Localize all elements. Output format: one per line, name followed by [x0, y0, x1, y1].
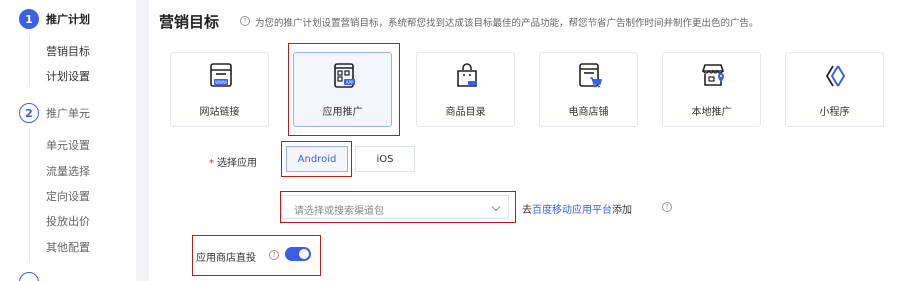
app-root: 1 推广计划 营销目标 计划设置 2 推广单元 单元设置 流量选择 定向设置 投… [0, 0, 900, 281]
highlight-box [192, 235, 321, 276]
local-store-icon [701, 64, 725, 86]
ios-option[interactable]: iOS [355, 146, 415, 172]
step-plan[interactable]: 1 推广计划 [19, 9, 90, 29]
www-window-icon: WWW [210, 63, 232, 87]
page-title: 营销目标 [159, 13, 220, 31]
sidebar-item-unit-settings[interactable]: 单元设置 [46, 137, 90, 153]
step-number-1: 1 [19, 9, 39, 29]
goal-card-label: 小程序 [819, 107, 850, 118]
baidu-app-platform-link[interactable]: 百度移动应用平台 [532, 205, 612, 216]
highlight-box [281, 141, 352, 177]
goal-card-mini-program[interactable]: 小程序 [785, 52, 884, 127]
sidebar-item-plan-settings[interactable]: 计划设置 [46, 68, 90, 84]
select-app-label: * 选择应用 [209, 158, 257, 169]
step-number-3[interactable] [19, 272, 39, 281]
goal-card-label: 本地推广 [691, 107, 732, 118]
goal-card-website[interactable]: WWW 网站链接 [170, 52, 269, 127]
sidebar-item-bidding[interactable]: 投放出价 [46, 213, 90, 229]
step-number-2: 2 [19, 103, 39, 123]
sidebar-item-traffic[interactable]: 流量选择 [46, 163, 90, 179]
goal-card-shop[interactable]: 电商店铺 [539, 52, 638, 127]
sidebar-item-other[interactable]: 其他配置 [46, 239, 90, 255]
step-connector [29, 34, 30, 86]
goal-card-label: 商品目录 [445, 107, 486, 118]
step-connector [29, 128, 30, 262]
highlight-box [280, 191, 516, 223]
help-icon[interactable]: ? [662, 202, 672, 212]
step-unit[interactable]: 2 推广单元 [19, 103, 90, 123]
page-description: 为您的推广计划设置营销目标，系统帮您找到达成该目标最佳的产品功能，帮您节省广告制… [255, 18, 759, 29]
goal-card-local[interactable]: 本地推广 [662, 52, 761, 127]
required-star: * [209, 158, 214, 169]
add-channel-hint: 去百度移动应用平台添加 [522, 205, 632, 216]
main-panel: 营销目标 ? 为您的推广计划设置营销目标，系统帮您找到达成该目标最佳的产品功能，… [149, 0, 900, 281]
step-label-plan: 推广计划 [46, 13, 90, 26]
svg-text:WWW: WWW [215, 80, 227, 85]
mini-program-icon [825, 65, 846, 87]
help-icon[interactable]: ? [240, 16, 250, 26]
sidebar-item-marketing-goal[interactable]: 营销目标 [46, 43, 90, 59]
goal-card-label: 电商店铺 [568, 107, 609, 118]
ecommerce-cart-icon [579, 63, 602, 88]
highlight-box [288, 43, 400, 136]
sidebar-item-targeting[interactable]: 定向设置 [46, 188, 90, 204]
sidebar: 1 推广计划 营销目标 计划设置 2 推广单元 单元设置 流量选择 定向设置 投… [0, 0, 136, 281]
goal-card-catalog[interactable]: 商品目录 [416, 52, 515, 127]
shopping-bag-icon [457, 63, 477, 87]
step-label-unit: 推广单元 [46, 107, 90, 120]
goal-card-label: 网站链接 [199, 107, 240, 118]
